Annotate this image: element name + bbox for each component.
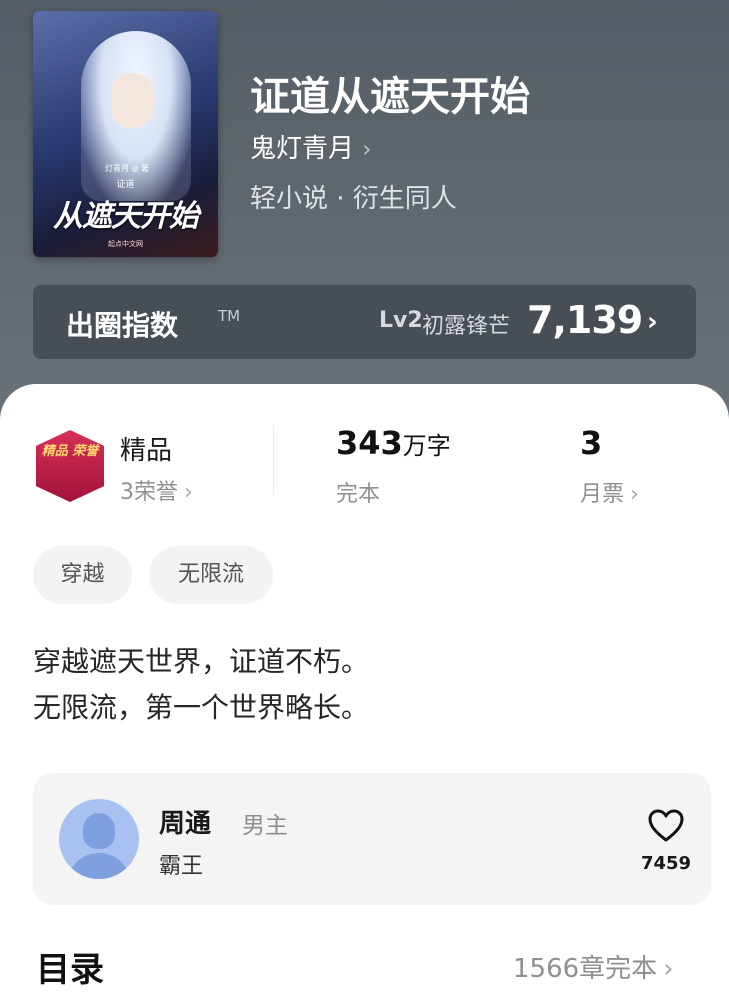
- book-category: 轻小说 · 衍生同人: [250, 184, 457, 214]
- heart-outline-icon[interactable]: [648, 809, 684, 843]
- word-count: 343万字: [336, 424, 451, 462]
- honors-count: 3荣誉: [120, 480, 178, 505]
- chevron-right-icon: ›: [362, 135, 372, 163]
- popularity-index-bar[interactable]: 出圈指数 TM Lv2 初露锋芒 7,139 ›: [33, 285, 696, 359]
- monthly-ticket-count: 3: [580, 424, 603, 462]
- character-card[interactable]: 周通 男主 霸王 7459: [33, 773, 711, 905]
- character-description: 霸王: [159, 854, 204, 879]
- completion-status: 完本: [336, 482, 381, 507]
- tag-chip[interactable]: 无限流: [149, 546, 273, 604]
- like-count: 7459: [640, 853, 692, 874]
- cover-character-face: [111, 73, 153, 128]
- character-avatar: [59, 799, 139, 879]
- character-name: 周通: [159, 809, 212, 839]
- character-role: 男主: [242, 813, 288, 839]
- author-link[interactable]: 鬼灯青月 ›: [250, 128, 372, 165]
- cover-publisher-text: 起点中文网: [108, 240, 143, 248]
- index-level-name: 初露锋芒: [422, 314, 511, 339]
- avatar-shoulder-shape: [67, 853, 131, 879]
- toc-title: 目录: [36, 950, 104, 990]
- monthly-ticket-link[interactable]: 月票 ›: [580, 476, 639, 508]
- chevron-right-icon: ›: [630, 482, 639, 507]
- badge-text: 精品 荣誉: [41, 444, 99, 459]
- cover-author-text: 灯青月 ◎ 著: [105, 164, 150, 173]
- quality-label: 精品: [120, 436, 173, 466]
- book-title: 证道从遮天开始: [250, 73, 530, 120]
- stats-divider: [273, 425, 274, 495]
- chevron-right-icon: ›: [647, 307, 658, 337]
- avatar-head-shape: [83, 813, 115, 849]
- cover-subtitle-text: 证道: [116, 180, 135, 190]
- word-count-unit: 万字: [402, 432, 451, 460]
- synopsis-line: 穿越遮天世界，证道不朽。: [33, 645, 370, 678]
- tag-chip[interactable]: 穿越: [33, 546, 132, 604]
- book-cover[interactable]: 灯青月 ◎ 著 证道 从遮天开始 起点中文网: [33, 11, 218, 257]
- synopsis-line: 无限流，第一个世界略长。: [33, 691, 370, 724]
- honors-link[interactable]: 3荣誉 ›: [120, 474, 193, 506]
- chevron-right-icon: ›: [184, 480, 193, 505]
- index-level: Lv2: [379, 308, 423, 333]
- trademark-mark: TM: [218, 307, 241, 325]
- cover-title-text: 从遮天开始: [53, 199, 199, 234]
- monthly-tickets: 3: [580, 424, 602, 462]
- author-name: 鬼灯青月: [250, 134, 355, 164]
- chevron-right-icon: ›: [663, 954, 674, 984]
- word-count-number: 343: [336, 424, 403, 462]
- index-label: 出圈指数: [66, 309, 179, 342]
- monthly-ticket-label: 月票: [580, 482, 625, 507]
- index-score: 7,139: [527, 298, 643, 342]
- chapter-count: 1566章完本: [513, 954, 658, 984]
- toc-link[interactable]: 1566章完本 ›: [513, 948, 674, 985]
